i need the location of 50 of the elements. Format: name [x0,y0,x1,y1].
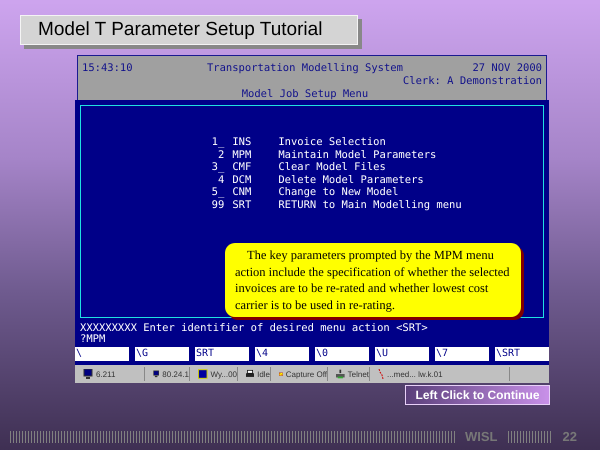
option-number: 99 [210,198,224,211]
option-code: CMF [232,161,252,174]
clerk-text: Clerk: A Demonstration [402,75,542,87]
system-title: Transportation Modelling System [206,62,403,74]
terminal-icon [336,369,345,379]
function-key-field[interactable]: \G [135,347,189,361]
option-label: Change to New Model [278,186,400,198]
status-label: Wy...00 [210,370,237,378]
command-input[interactable]: ?MPM [80,334,544,345]
option-label: Maintain Model Parameters [278,148,438,161]
prompt-text: XXXXXXXXX Enter identifier of desired menu action <SRT> [80,322,429,334]
option-code: INS [232,136,252,148]
function-key-field[interactable]: \0 [315,347,369,361]
monitor-icon [83,369,93,379]
function-key-field[interactable]: \ [75,347,129,361]
function-key-field[interactable]: \U [375,347,429,361]
brand-text: WISL [465,429,498,444]
option-label: Clear Model Files [278,161,387,174]
option-number: 1_ [210,136,224,148]
option-number: 5_ [210,186,224,198]
window-icon [198,369,208,379]
function-key-field[interactable]: \4 [255,347,309,361]
function-key-field[interactable]: SRT [195,347,249,361]
option-number: 2 [217,148,224,161]
status-label: Telnet [348,370,369,378]
status-label: 6.211 [96,370,116,378]
continue-button[interactable]: Left Click to Continue [405,385,550,405]
option-code: CNM [232,186,252,198]
option-label: Delete Model Parameters [278,174,425,186]
connection-icon [378,369,384,379]
option-code: DCM [232,174,252,186]
function-key-field[interactable]: \7 [435,347,489,361]
option-number: 4 [217,174,224,186]
callout-note: The key parameters prompted by the MPM menu action include the specification of whether the selected invoices are to be re-rated and whether lowest cost carrier is to be used in re-rating. [225,243,521,317]
date-text: 27 NOV 2000 [472,62,542,74]
monitor-icon [153,369,160,379]
clock-text: 15:43:10 [82,62,133,74]
option-label: Invoice Selection [278,136,387,148]
option-label: RETURN to Main Modelling menu [278,198,462,211]
printer-icon [246,369,254,379]
page-number: 22 [562,429,577,444]
status-label: ...med... lw.k.01 [387,370,443,378]
status-label: 80.24.1 [162,370,189,378]
status-label: Capture Off [286,370,327,378]
option-code: MPM [232,148,252,161]
option-code: SRT [232,198,252,211]
option-number: 3_ [210,161,224,174]
status-label: Idle [257,370,270,378]
menu-title: Model Job Setup Menu [242,88,368,100]
function-key-field[interactable]: \SRT [495,347,549,361]
